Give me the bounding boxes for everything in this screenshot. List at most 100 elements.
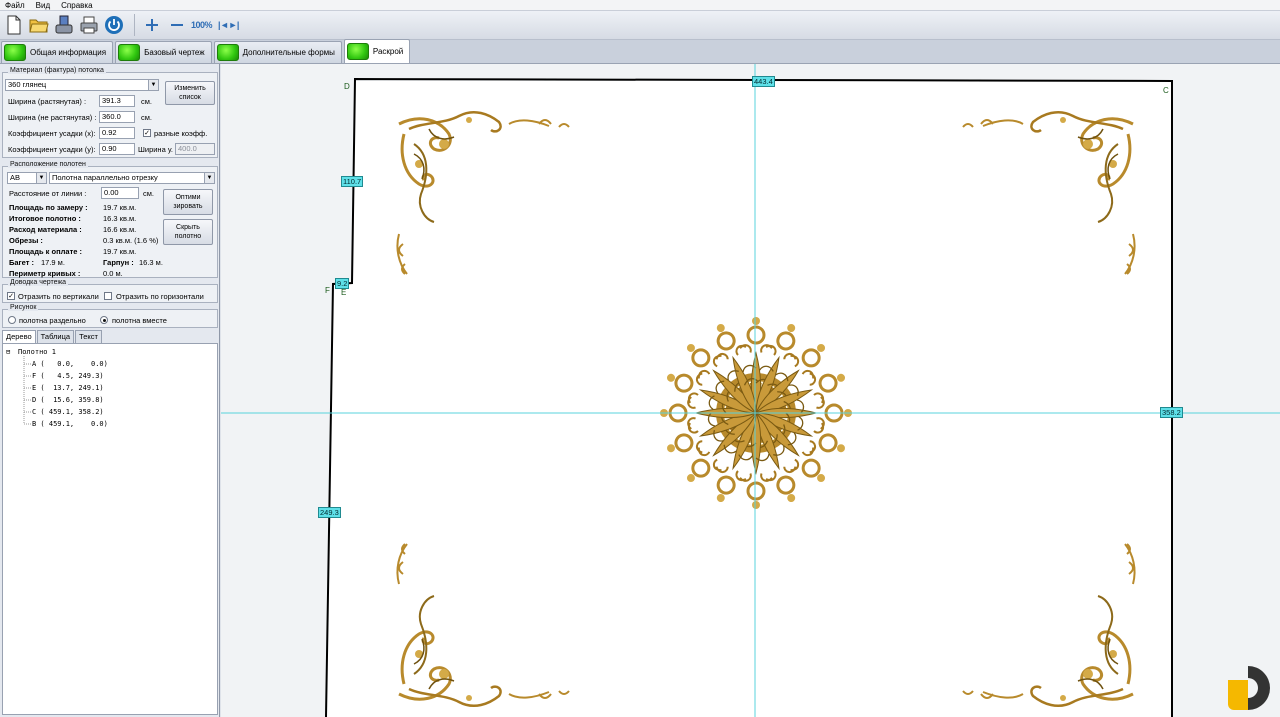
- perimeter-value: 0.0 м.: [103, 269, 123, 278]
- tree-item[interactable]: D ( 15.6, 359.8): [32, 396, 104, 404]
- stat-label: Обрезы :: [9, 236, 43, 245]
- chevron-down-icon: ▼: [36, 173, 46, 183]
- stat-label: Площадь к оплате :: [9, 247, 82, 256]
- unit-label: см.: [141, 97, 152, 106]
- material-group-label: Материал (фактура) потолка: [8, 67, 106, 74]
- tree-root[interactable]: Полотно 1: [18, 348, 56, 356]
- point-e-label: E: [341, 288, 347, 297]
- mirror-vertical-label: Отразить по вертикали: [18, 292, 99, 301]
- stat-label: Итоговое полотно :: [9, 214, 81, 223]
- tab-additional-forms[interactable]: Дополнительные формы: [213, 41, 342, 63]
- shrink-y-input[interactable]: 0.90: [99, 143, 135, 155]
- tab-table[interactable]: Таблица: [36, 330, 75, 343]
- tab-general-info[interactable]: Общая информация: [1, 41, 114, 63]
- layout-mode-select[interactable]: Полотна параллельно отрезку ▼: [49, 172, 215, 184]
- width-nostretch-label: Ширина (не растянутая) :: [8, 113, 97, 122]
- stat-value: 19.7 кв.м.: [103, 203, 137, 212]
- picture-group: Рисунок полотна раздельно полотна вместе: [2, 304, 218, 328]
- tree-tabs: Дерево Таблица Текст: [2, 330, 103, 343]
- zoom-in-icon: [146, 19, 158, 31]
- change-list-button[interactable]: Изменить список: [165, 81, 215, 105]
- point-f-label: F: [325, 286, 330, 295]
- chevron-down-icon: ▼: [204, 173, 214, 183]
- open-button[interactable]: [28, 14, 50, 36]
- separate-radio[interactable]: [8, 316, 16, 324]
- tree-item[interactable]: A ( 0.0, 0.0): [32, 360, 108, 368]
- distance-input[interactable]: 0.00: [101, 187, 139, 199]
- shrink-x-label: Коэффициент усадки (x):: [8, 129, 96, 138]
- zoom-100-button[interactable]: 100%: [191, 20, 213, 30]
- tab-cutting[interactable]: Раскрой: [343, 39, 411, 63]
- harpoon-label: Гарпун :: [103, 258, 134, 267]
- menu-bar: Файл Вид Справка: [0, 0, 1280, 11]
- mirror-vertical-checkbox[interactable]: ✓: [7, 292, 15, 300]
- tree-collapse-icon[interactable]: ⊟: [6, 348, 10, 356]
- menu-file[interactable]: Файл: [0, 0, 31, 11]
- green-status-icon: [4, 44, 26, 61]
- tree-item[interactable]: F ( 4.5, 249.3): [32, 372, 104, 380]
- power-button[interactable]: [103, 14, 125, 36]
- dim-fe-label[interactable]: 9.2: [335, 278, 350, 289]
- tab-text[interactable]: Текст: [75, 330, 102, 343]
- dim-dleft-label[interactable]: 110.7: [341, 176, 364, 187]
- material-select[interactable]: 360 глянец ▼: [5, 79, 159, 91]
- tree-item[interactable]: E ( 13.7, 249.1): [32, 384, 104, 392]
- drawing-canvas[interactable]: D C F E 443.4 110.7 9.2 249.3 358.2: [221, 64, 1280, 717]
- print-icon: [80, 16, 98, 34]
- green-status-icon: [118, 44, 141, 61]
- baguette-label: Багет :: [9, 258, 35, 267]
- stat-value: 19.7 кв.м.: [103, 247, 137, 256]
- ceiling-drawing: [221, 64, 1280, 717]
- point-d-label: D: [344, 82, 350, 91]
- save-button[interactable]: [53, 14, 75, 36]
- material-group: Материал (фактура) потолка 360 глянец ▼ И…: [2, 67, 218, 158]
- together-label: полотна вместе: [112, 316, 167, 325]
- different-coef-checkbox[interactable]: ✓: [143, 129, 151, 137]
- fit-to-window-button[interactable]: |◄►|: [218, 20, 239, 30]
- distance-label: Расстояние от линии :: [9, 189, 87, 198]
- zoom-out-button[interactable]: [166, 14, 188, 36]
- hide-canvas-button[interactable]: Скрыть полотно: [163, 219, 213, 245]
- width-y-label: Ширина у.: [138, 145, 173, 154]
- different-coef-label: разные коэфф.: [154, 129, 208, 138]
- zoom-out-icon: [171, 24, 183, 26]
- tab-label: Раскрой: [372, 47, 404, 56]
- tab-label: Дополнительные формы: [242, 48, 335, 57]
- tree-item[interactable]: B ( 459.1, 0.0): [32, 420, 108, 428]
- left-panel: Материал (фактура) потолка 360 глянец ▼ И…: [0, 64, 220, 717]
- width-stretch-input[interactable]: 391.3: [99, 95, 135, 107]
- shrink-x-input[interactable]: 0.92: [99, 127, 135, 139]
- optimize-button[interactable]: Оптими зировать: [163, 189, 213, 215]
- new-file-button[interactable]: [3, 14, 25, 36]
- width-stretch-label: Ширина (растянутая) :: [8, 97, 87, 106]
- layout-mode-selected: Полотна параллельно отрезку: [52, 173, 158, 182]
- menu-help[interactable]: Справка: [56, 0, 98, 11]
- dim-left-label[interactable]: 249.3: [318, 507, 341, 518]
- dim-top-label[interactable]: 443.4: [752, 76, 775, 87]
- together-radio[interactable]: [100, 316, 108, 324]
- toolbar: 100% |◄►|: [0, 11, 1280, 40]
- stat-label: Площадь по замеру :: [9, 203, 88, 212]
- shrink-y-label: Коэффициент усадки (y):: [8, 145, 96, 154]
- stat-value: 0.3 кв.м. (1.6 %): [103, 236, 159, 245]
- tab-base-drawing[interactable]: Базовый чертеж: [115, 41, 212, 63]
- stat-label: Расход материала :: [9, 225, 82, 234]
- layout-group-label: Расположение полотен: [8, 161, 88, 168]
- material-selected: 360 глянец: [8, 80, 47, 89]
- print-button[interactable]: [78, 14, 100, 36]
- width-nostretch-input[interactable]: 360.0: [99, 111, 135, 123]
- width-y-input[interactable]: 400.0: [175, 143, 215, 155]
- tab-bar: Общая информация Базовый чертеж Дополнит…: [0, 39, 1280, 64]
- menu-view[interactable]: Вид: [31, 0, 56, 11]
- tree-item[interactable]: C ( 459.1, 358.2): [32, 408, 104, 416]
- zoom-in-button[interactable]: [141, 14, 163, 36]
- tab-tree[interactable]: Дерево: [2, 330, 36, 343]
- toolbar-separator: [134, 14, 135, 36]
- perimeter-label: Периметр кривых :: [9, 269, 81, 278]
- finishing-group: Доводка чертежа ✓ Отразить по вертикали …: [2, 279, 218, 303]
- harpoon-value: 16.3 м.: [139, 258, 163, 267]
- segment-select[interactable]: AB ▼: [7, 172, 47, 184]
- green-status-icon: [346, 43, 369, 60]
- mirror-horizontal-checkbox[interactable]: [104, 292, 112, 300]
- dim-right-label[interactable]: 358.2: [1160, 407, 1183, 418]
